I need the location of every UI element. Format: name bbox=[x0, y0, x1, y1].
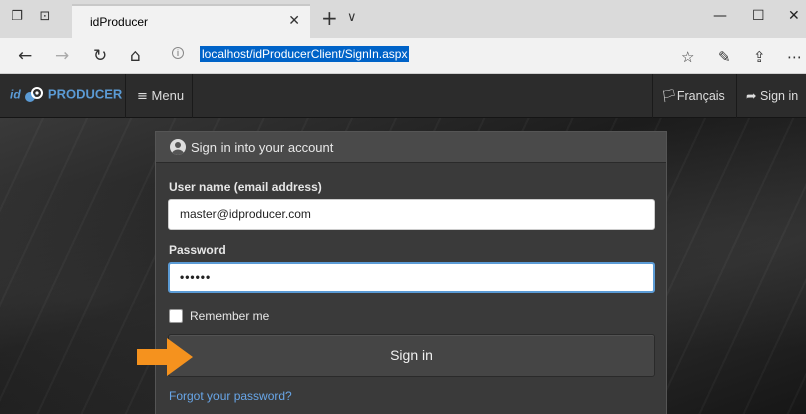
username-input[interactable]: master@idproducer.com bbox=[168, 199, 655, 230]
signin-icon: ➦ bbox=[746, 89, 757, 103]
remember-me-label[interactable]: Remember me bbox=[190, 309, 269, 323]
tab-list-chevron-icon[interactable]: ∨ bbox=[347, 10, 357, 25]
password-label: Password bbox=[169, 243, 226, 257]
signin-button[interactable]: Sign in bbox=[168, 334, 655, 377]
user-icon bbox=[170, 139, 186, 155]
remember-me-checkbox[interactable] bbox=[169, 309, 183, 323]
menu-label: Menu bbox=[151, 88, 185, 103]
forward-icon[interactable]: → bbox=[55, 46, 69, 66]
brand-name: PRODUCER bbox=[47, 86, 123, 102]
menu-button[interactable]: ≡ Menu bbox=[125, 74, 193, 118]
signin-panel: Sign in into your account User name (ema… bbox=[155, 131, 667, 414]
maximize-icon[interactable]: ☐ bbox=[752, 8, 765, 24]
password-value: •••••• bbox=[180, 270, 212, 284]
username-label: User name (email address) bbox=[169, 180, 322, 194]
navbar-signin-link[interactable]: ➦ Sign in bbox=[736, 74, 806, 118]
pointer-arrow-icon bbox=[137, 338, 193, 376]
language-switch-link[interactable]: 🏳Français bbox=[652, 74, 733, 118]
tab-preview-icon[interactable]: ❐ bbox=[10, 10, 24, 24]
pen-icon[interactable]: ✎ bbox=[718, 48, 731, 66]
more-icon[interactable]: ⋯ bbox=[787, 48, 802, 66]
panel-header: Sign in into your account bbox=[156, 132, 666, 163]
new-tab-icon[interactable]: + bbox=[321, 6, 338, 30]
tab-title: idProducer bbox=[90, 15, 149, 29]
minimize-icon[interactable]: — bbox=[713, 8, 727, 24]
password-input[interactable]: •••••• bbox=[168, 262, 655, 293]
refresh-icon[interactable]: ↻ bbox=[93, 46, 107, 66]
home-icon[interactable]: ⌂ bbox=[130, 46, 141, 66]
username-value: master@idproducer.com bbox=[180, 207, 311, 221]
brand-logo[interactable]: id PRODUCER bbox=[10, 86, 122, 106]
back-icon[interactable]: ← bbox=[18, 46, 32, 66]
hamburger-icon: ≡ bbox=[137, 89, 148, 104]
brand-mark-icon bbox=[25, 87, 44, 102]
close-icon[interactable]: ✕ bbox=[288, 13, 300, 29]
brand-prefix: id bbox=[10, 87, 21, 102]
share-icon[interactable]: ⇪ bbox=[753, 48, 766, 66]
navbar-signin-label: Sign in bbox=[759, 89, 799, 103]
address-bar-row: ← → ↻ ⌂ i localhost/idProducerClient/Sig… bbox=[0, 38, 806, 74]
url-text[interactable]: localhost/idProducerClient/SignIn.aspx bbox=[200, 46, 410, 62]
panel-title: Sign in into your account bbox=[191, 140, 334, 155]
favorites-icon[interactable]: ☆ bbox=[681, 48, 694, 66]
flag-icon: 🏳 bbox=[661, 89, 677, 103]
set-aside-tabs-icon[interactable]: ⊡ bbox=[38, 10, 52, 24]
app-navbar: id PRODUCER ≡ Menu 🏳Français ➦ Sign in bbox=[0, 74, 806, 118]
forgot-password-link[interactable]: Forgot your password? bbox=[169, 389, 292, 403]
address-input[interactable]: i localhost/idProducerClient/SignIn.aspx bbox=[166, 43, 656, 67]
browser-tab[interactable]: idProducer ✕ bbox=[72, 4, 310, 38]
site-info-icon[interactable]: i bbox=[172, 47, 184, 59]
browser-title-bar: ❐ ⊡ idProducer ✕ + ∨ — ☐ ✕ bbox=[0, 0, 806, 38]
language-label: Français bbox=[676, 89, 725, 103]
window-close-icon[interactable]: ✕ bbox=[788, 8, 800, 24]
